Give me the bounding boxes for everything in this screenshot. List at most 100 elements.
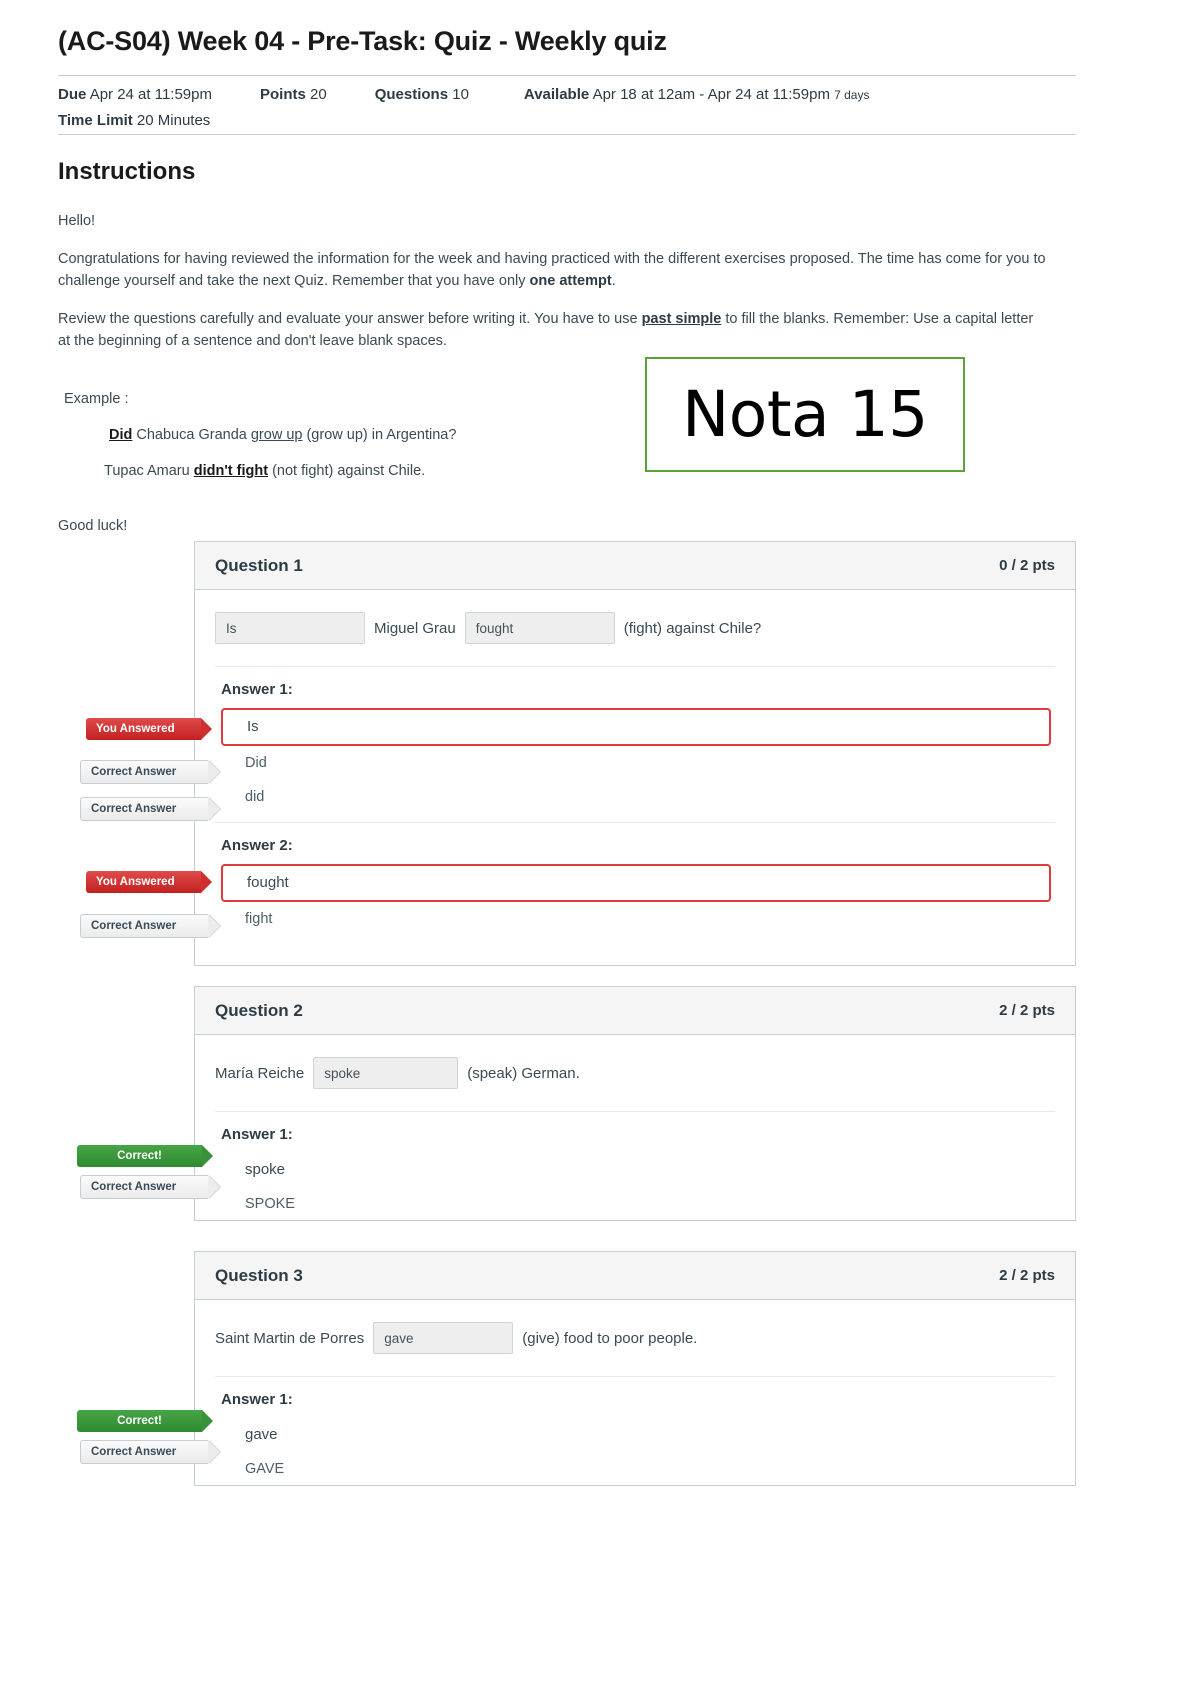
- question-3-title: Question 3: [215, 1265, 303, 1285]
- grade-annotation-text: Nota 15: [682, 378, 928, 451]
- question-1-prompt-mid: Miguel Grau: [374, 619, 456, 637]
- question-1-blank-2: fought: [464, 612, 615, 644]
- meta-divider-top: [58, 75, 1076, 76]
- question-card-1: Question 1 0 / 2 pts Is Miguel Grau foug…: [194, 541, 1076, 966]
- question-1-answer-1-your: Is: [215, 708, 1055, 746]
- badge-you-answered-q1-a2: You Answered: [86, 871, 212, 893]
- page-title: (AC-S04) Week 04 - Pre-Task: Quiz - Week…: [58, 26, 667, 56]
- badge-you-answered-q1-a2-label: You Answered: [96, 876, 175, 888]
- meta-timelimit-label: Time Limit: [58, 112, 133, 129]
- question-2-answer-1-correct-1-value: SPOKE: [245, 1196, 295, 1212]
- meta-available-value: Apr 18 at 12am - Apr 24 at 11:59pm: [592, 86, 830, 103]
- instructions-p2: Congratulations for having reviewed the …: [58, 248, 1048, 292]
- question-1-answer-1-correct-1-value: Did: [245, 755, 267, 771]
- quiz-meta: Due Apr 24 at 11:59pm Points 20 Questions …: [58, 82, 1076, 133]
- question-1-header: Question 1 0 / 2 pts: [195, 542, 1075, 590]
- meta-questions: Questions 10: [375, 82, 469, 107]
- meta-due-label: Due: [58, 86, 87, 103]
- meta-available: Available Apr 18 at 12am - Apr 24 at 11:…: [524, 82, 870, 108]
- question-1-answer-2-your: fought: [215, 864, 1055, 902]
- question-3-header: Question 3 2 / 2 pts: [195, 1252, 1075, 1300]
- instructions-body: Hello! Congratulations for having review…: [58, 210, 1048, 368]
- badge-correct-answer-q3-a1-1-label: Correct Answer: [91, 1446, 177, 1458]
- badge-arrow-icon: [208, 914, 220, 938]
- question-2-body: María Reiche spoke (speak) German. Answe…: [195, 1035, 1075, 1239]
- question-3-prompt-lead: Saint Martin de Porres: [215, 1329, 365, 1347]
- meta-available-label: Available: [523, 86, 590, 103]
- question-2-blank-1: spoke: [313, 1057, 459, 1089]
- question-1-blank-1: Is: [215, 612, 365, 644]
- grade-annotation-box: Nota 15: [645, 357, 965, 472]
- badge-correct-q3-a1: Correct!: [77, 1410, 213, 1432]
- question-card-3: Question 3 2 / 2 pts Saint Martin de Por…: [194, 1251, 1076, 1486]
- question-1-answer-2-correct-1: fight: [215, 902, 1055, 936]
- example-1-end: (grow up) in Argentina?: [302, 427, 457, 443]
- meta-points-label: Points: [260, 86, 306, 103]
- badge-arrow-icon: [208, 1440, 220, 1464]
- example-2-start: Tupac Amaru: [104, 463, 194, 479]
- badge-arrow-icon: [202, 1410, 213, 1432]
- question-2-answer-1-your: spoke: [215, 1153, 1055, 1187]
- question-3-blank-1: gave: [373, 1322, 514, 1354]
- instructions-p3: Review the questions carefully and evalu…: [58, 308, 1048, 352]
- question-1-answer-1-correct-2-value: did: [245, 789, 265, 805]
- badge-correct-answer-q1-a1-2: Correct Answer: [80, 797, 220, 821]
- instructions-heading: Instructions: [58, 158, 196, 185]
- question-1-answer-1-your-value: Is: [221, 708, 1051, 746]
- badge-correct-q3-a1-label: Correct!: [117, 1415, 162, 1427]
- question-1-body: Is Miguel Grau fought (fight) against Ch…: [195, 590, 1075, 954]
- badge-correct-answer-q2-a1-1: Correct Answer: [80, 1175, 220, 1199]
- badge-arrow-icon: [208, 797, 220, 821]
- badge-correct-answer-q3-a1-1: Correct Answer: [80, 1440, 220, 1464]
- badge-correct-q2-a1: Correct!: [77, 1145, 213, 1167]
- question-2-answer-1-label: Answer 1:: [221, 1126, 293, 1143]
- instructions-p1: Hello!: [58, 213, 96, 229]
- question-3-prompt: Saint Martin de Porres gave (give) food …: [215, 1322, 1055, 1376]
- question-3-body: Saint Martin de Porres gave (give) food …: [195, 1300, 1075, 1504]
- badge-correct-answer-q2-a1-1-label: Correct Answer: [91, 1181, 177, 1193]
- instructions-p3-link[interactable]: past simple: [642, 311, 722, 327]
- question-2-points: 2 / 2 pts: [999, 1002, 1055, 1019]
- badge-correct-q2-a1-label: Correct!: [117, 1150, 162, 1162]
- question-1-answer-1-correct-1: Did: [215, 746, 1055, 780]
- badge-arrow-icon: [208, 1175, 220, 1199]
- question-3-answer-1-correct-1-value: GAVE: [245, 1461, 285, 1477]
- question-1-answer-1-correct-2: did: [215, 780, 1055, 814]
- question-1-answer-1-label: Answer 1:: [221, 681, 293, 698]
- question-1-prompt-tail: (fight) against Chile?: [623, 619, 762, 637]
- badge-correct-answer-q1-a2-1: Correct Answer: [80, 914, 220, 938]
- good-luck-text: Good luck!: [58, 518, 128, 534]
- badge-arrow-icon: [201, 871, 212, 893]
- badge-correct-answer-q1-a2-1-label: Correct Answer: [91, 920, 177, 932]
- question-3-prompt-tail: (give) food to poor people.: [522, 1329, 698, 1347]
- question-1-points: 0 / 2 pts: [999, 557, 1055, 574]
- question-2-prompt-lead: María Reiche: [215, 1064, 305, 1082]
- meta-points: Points 20: [260, 82, 327, 107]
- question-card-2: Question 2 2 / 2 pts María Reiche spoke …: [194, 986, 1076, 1221]
- question-2-title: Question 2: [215, 1000, 303, 1020]
- badge-arrow-icon: [202, 1145, 213, 1167]
- question-1-prompt: Is Miguel Grau fought (fight) against Ch…: [215, 612, 1055, 666]
- question-1-title: Question 1: [215, 555, 303, 575]
- example-sentence-1: Did Chabuca Granda grow up (grow up) in …: [109, 424, 664, 446]
- question-2-prompt-tail: (speak) German.: [467, 1064, 580, 1082]
- badge-correct-answer-q1-a1-1-label: Correct Answer: [91, 766, 177, 778]
- question-2-header: Question 2 2 / 2 pts: [195, 987, 1075, 1035]
- meta-timelimit-value: 20 Minutes: [136, 112, 211, 129]
- meta-due: Due Apr 24 at 11:59pm: [58, 82, 212, 107]
- question-3-answer-1-your: gave: [215, 1418, 1055, 1452]
- question-3-points: 2 / 2 pts: [999, 1267, 1055, 1284]
- badge-you-answered-q1-a1: You Answered: [86, 718, 212, 740]
- badge-arrow-icon: [208, 760, 220, 784]
- meta-available-days: 7 days: [834, 88, 870, 102]
- badge-arrow-icon: [201, 718, 212, 740]
- question-2-answer-1-correct-1: SPOKE: [215, 1187, 1055, 1221]
- example-2-verb: didn't fight: [193, 463, 269, 479]
- example-2-end: (not fight) against Chile.: [268, 463, 426, 479]
- example-1-phrase: grow up: [250, 427, 303, 443]
- example-1-verb: Did: [109, 427, 133, 443]
- meta-points-value: 20: [310, 86, 327, 103]
- meta-questions-value: 10: [452, 86, 469, 103]
- question-1-answer-2-label: Answer 2:: [221, 837, 293, 854]
- badge-correct-answer-q1-a1-1: Correct Answer: [80, 760, 220, 784]
